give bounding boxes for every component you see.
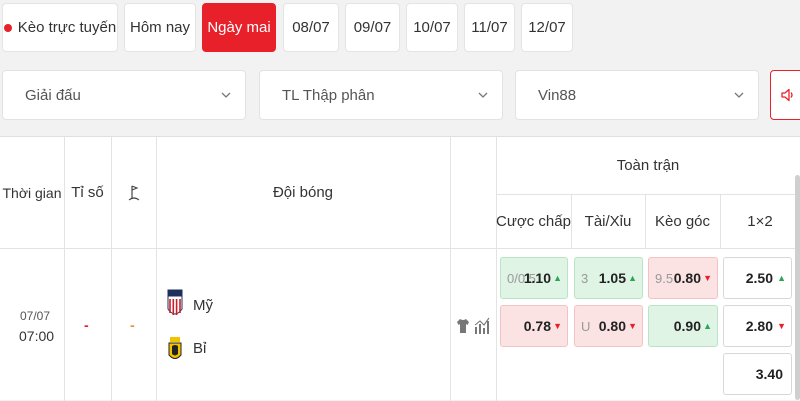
arrow-down-icon: ▼	[553, 321, 562, 331]
corner-flag-icon	[128, 184, 139, 200]
handicap-home-odd[interactable]: 0/0.5 1.10 ▲	[500, 257, 568, 299]
one-x-two-draw-odd[interactable]: 3.40	[723, 353, 792, 395]
odd-value: 0.80	[598, 318, 626, 334]
arrow-up-icon: ▲	[777, 273, 786, 283]
away-team-name: Bỉ	[193, 340, 207, 357]
under-label: U	[581, 318, 591, 334]
handicap-away-odd[interactable]: 0.78 ▼	[500, 305, 568, 347]
odds-format-value: TL Thập phân	[282, 86, 375, 104]
usa-flag-icon	[167, 289, 183, 315]
odds-format-select[interactable]: TL Thập phân	[259, 70, 503, 120]
one-x-two-home-odd[interactable]: 2.50 ▲	[723, 257, 792, 299]
arrow-down-icon: ▼	[777, 321, 786, 331]
match-time: 07:00	[19, 328, 55, 344]
header-full-match: Toàn trận	[616, 157, 680, 174]
arrow-up-icon: ▲	[628, 273, 637, 283]
jersey-icon[interactable]	[456, 318, 470, 334]
under-odd[interactable]: U 0.80 ▼	[574, 305, 643, 347]
header-1x2: 1×2	[747, 212, 773, 230]
arrow-down-icon: ▼	[703, 273, 712, 283]
odd-value: 3.40	[755, 366, 783, 382]
corner-away-odd[interactable]: 0.90 ▲	[648, 305, 718, 347]
header-corner: Kèo góc	[654, 212, 711, 230]
match-score: -	[84, 317, 89, 333]
arrow-up-icon: ▲	[553, 273, 562, 283]
tab-label: 11/07	[471, 19, 508, 36]
odd-value: 0.78	[523, 318, 551, 334]
tab-date-0907[interactable]: 09/07	[345, 3, 400, 52]
tab-label: Kèo trực tuyến	[17, 19, 117, 36]
odd-value: 1.10	[523, 270, 551, 286]
tab-label: 10/07	[413, 19, 451, 36]
chevron-down-icon	[734, 92, 744, 98]
odd-value: 2.80	[745, 318, 773, 334]
bookmaker-select[interactable]: Vin88	[515, 70, 759, 120]
tab-label: Ngày mai	[207, 19, 271, 36]
bookmaker-value: Vin88	[538, 86, 577, 104]
over-odd[interactable]: 3 1.05 ▲	[574, 257, 643, 299]
arrow-down-icon: ▼	[628, 321, 637, 331]
odd-value: 2.50	[745, 270, 773, 286]
tab-label: 12/07	[528, 19, 566, 36]
match-corner-score: -	[130, 317, 135, 333]
header-over-under: Tài/Xỉu	[584, 212, 632, 230]
tab-label: 09/07	[353, 19, 392, 36]
corner-line: 9.5	[655, 270, 674, 286]
one-x-two-away-odd[interactable]: 2.80 ▼	[723, 305, 792, 347]
stats-chart-icon[interactable]	[474, 317, 490, 335]
speaker-icon	[781, 88, 793, 102]
tab-label: 08/07	[292, 19, 330, 36]
header-corner-flag	[111, 137, 156, 248]
live-dot-icon	[3, 23, 12, 32]
tab-date-1107[interactable]: 11/07	[464, 3, 515, 52]
tab-date-1007[interactable]: 10/07	[406, 3, 458, 52]
corner-home-odd[interactable]: 9.5 0.80 ▼	[648, 257, 718, 299]
header-handicap: Cược chấp	[496, 212, 571, 230]
arrow-up-icon: ▲	[703, 321, 712, 331]
odds-table: Thời gian Tỉ số Đội bóng Toàn trận Cược …	[0, 136, 800, 401]
header-time: Thời gian	[2, 184, 62, 201]
tab-live-odds[interactable]: Kèo trực tuyến	[2, 3, 118, 52]
header-team: Đội bóng	[272, 184, 334, 201]
home-team-name: Mỹ	[193, 297, 213, 314]
odd-value: 0.90	[673, 318, 701, 334]
belgium-crest-icon	[168, 337, 182, 359]
tab-label: Hôm nay	[129, 19, 191, 36]
league-select-value: Giải đấu	[25, 86, 81, 104]
tab-tomorrow[interactable]: Ngày mai	[202, 3, 276, 52]
tab-date-1207[interactable]: 12/07	[521, 3, 573, 52]
tab-today[interactable]: Hôm nay	[124, 3, 196, 52]
tab-date-0807[interactable]: 08/07	[283, 3, 339, 52]
table-scrollbar[interactable]	[795, 175, 800, 400]
odd-value: 0.80	[673, 270, 701, 286]
odd-value: 1.05	[598, 270, 626, 286]
over-under-line: 3	[581, 270, 589, 286]
league-select[interactable]: Giải đấu	[2, 70, 246, 120]
chevron-down-icon	[221, 92, 231, 98]
header-score: Tỉ số	[71, 184, 104, 201]
match-date: 07/07	[20, 309, 51, 323]
sound-toggle-button[interactable]	[770, 70, 800, 120]
chevron-down-icon	[478, 92, 488, 98]
